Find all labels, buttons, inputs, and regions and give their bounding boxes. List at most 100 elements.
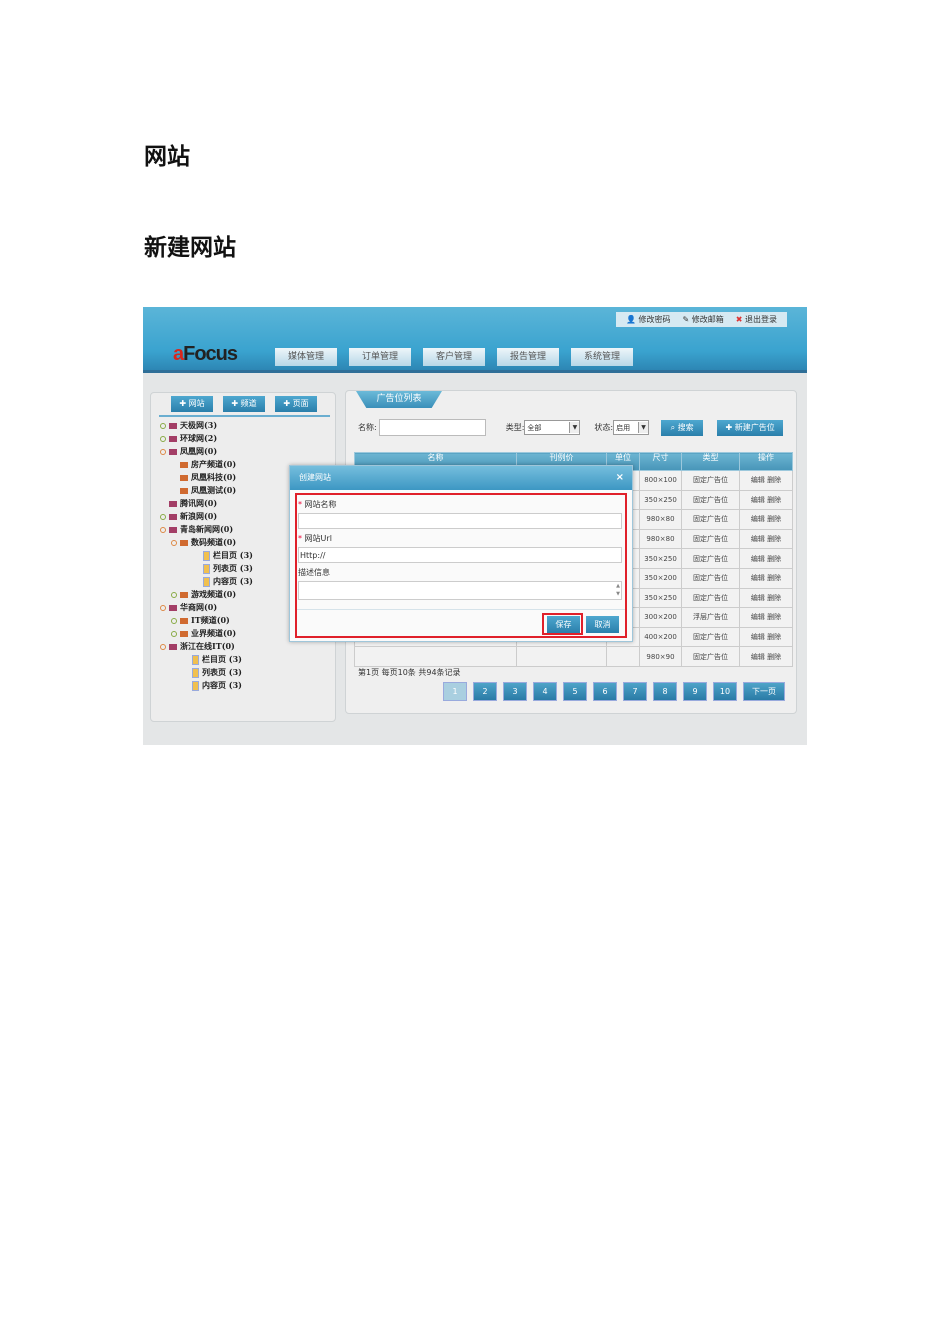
delete-link[interactable]: 删除	[767, 574, 781, 582]
search-button[interactable]: ⌕ 搜索	[661, 419, 704, 436]
site-icon	[169, 644, 177, 650]
tree-label: 内容页 (3)	[213, 576, 253, 586]
add-channel-button[interactable]: ✚ 频道	[223, 396, 265, 412]
link-label: 退出登录	[745, 315, 777, 324]
tree-item[interactable]: 列表页 (3)	[151, 666, 335, 679]
page-button[interactable]: 4	[533, 682, 557, 701]
edit-link[interactable]: 编辑	[751, 515, 765, 523]
page-info: 第1页 每页10条 共94条记录	[358, 668, 461, 677]
edit-link[interactable]: 编辑	[751, 496, 765, 504]
edit-link[interactable]: 编辑	[751, 535, 765, 543]
type-select[interactable]: 全部 ▼	[524, 420, 581, 435]
col-type: 类型	[681, 452, 740, 471]
add-site-button[interactable]: ✚ 网站	[171, 396, 213, 412]
form-highlight	[295, 493, 627, 638]
type-cell: 固定广告位	[681, 509, 740, 530]
change-password-link[interactable]: 👤 修改密码	[626, 314, 671, 325]
expand-icon[interactable]	[160, 514, 166, 520]
edit-link[interactable]: 编辑	[751, 476, 765, 484]
tree-label: 栏目页 (3)	[202, 654, 242, 664]
expand-icon[interactable]	[171, 592, 177, 598]
tab-reports[interactable]: 报告管理	[497, 348, 559, 366]
create-site-dialog: 创建网站 × * 网站名称 * 网站Url Http:// 描述信息 ▲ ▼ 保存 …	[289, 465, 633, 642]
page-button[interactable]: 8	[653, 682, 677, 701]
tree-item[interactable]: 凤凰网(0)	[151, 445, 335, 458]
expand-icon[interactable]	[160, 644, 166, 650]
page-icon	[203, 577, 210, 587]
edit-link[interactable]: 编辑	[751, 653, 765, 661]
expand-icon[interactable]	[160, 436, 166, 442]
expand-icon[interactable]	[160, 527, 166, 533]
delete-link[interactable]: 删除	[767, 613, 781, 621]
tab-orders[interactable]: 订单管理	[349, 348, 411, 366]
close-icon[interactable]: ×	[616, 466, 624, 490]
page-button[interactable]: 2	[473, 682, 497, 701]
type-cell: 固定广告位	[681, 567, 740, 589]
expand-icon[interactable]	[160, 605, 166, 611]
tab-media[interactable]: 媒体管理	[275, 348, 337, 366]
delete-link[interactable]: 删除	[767, 555, 781, 563]
delete-link[interactable]: 删除	[767, 653, 781, 661]
logout-link[interactable]: ✖ 退出登录	[736, 314, 777, 325]
tree-label: 凤凰测试(0)	[191, 485, 237, 495]
link-label: 修改邮箱	[691, 315, 724, 324]
tree-item[interactable]: 环球网(2)	[151, 432, 335, 445]
status-select[interactable]: 启用 ▼	[613, 420, 650, 435]
size-cell: 800×100	[639, 470, 682, 491]
pagination: 1 2 3 4 5 6 7 8 9 10 下一页	[443, 682, 785, 701]
size-cell: 350×250	[639, 587, 682, 609]
tree-label: 腾讯网(0)	[180, 498, 218, 508]
document-page: 网站 新建网站 👤 修改密码 ✎ 修改邮箱 ✖ 退出登录 aFocus 媒体管理…	[0, 0, 950, 1344]
tree-item[interactable]: 栏目页 (3)	[151, 653, 335, 666]
type-cell: 固定广告位	[681, 548, 740, 569]
expand-icon[interactable]	[171, 540, 177, 546]
tab-customers[interactable]: 客户管理	[423, 348, 485, 366]
new-ad-slot-button[interactable]: ✚ 新建广告位	[717, 419, 784, 436]
expand-icon[interactable]	[160, 423, 166, 429]
delete-link[interactable]: 删除	[767, 476, 781, 484]
add-page-button[interactable]: ✚ 页面	[275, 396, 317, 412]
tab-system[interactable]: 系统管理	[571, 348, 633, 366]
expand-icon[interactable]	[160, 449, 166, 455]
site-icon	[169, 527, 177, 533]
size-cell: 300×200	[639, 607, 682, 628]
tree-label: 栏目页 (3)	[213, 550, 253, 560]
delete-link[interactable]: 删除	[767, 535, 781, 543]
page-button[interactable]: 5	[563, 682, 587, 701]
edit-link[interactable]: 编辑	[751, 594, 765, 602]
type-cell: 固定广告位	[681, 646, 740, 667]
actions-cell: 编辑 删除	[739, 646, 793, 667]
delete-link[interactable]: 删除	[767, 496, 781, 504]
delete-link[interactable]: 删除	[767, 633, 781, 641]
tree-label: 凤凰科技(0)	[191, 472, 237, 482]
edit-link[interactable]: 编辑	[751, 633, 765, 641]
page-button[interactable]: 9	[683, 682, 707, 701]
page-button[interactable]: 1	[443, 682, 467, 701]
expand-icon[interactable]	[171, 631, 177, 637]
app-header: 👤 修改密码 ✎ 修改邮箱 ✖ 退出登录 aFocus 媒体管理 订单管理 客户…	[143, 307, 807, 373]
actions-cell: 编辑 删除	[739, 626, 793, 648]
type-cell: 固定广告位	[681, 626, 740, 648]
delete-link[interactable]: 删除	[767, 594, 781, 602]
change-email-link[interactable]: ✎ 修改邮箱	[683, 314, 724, 325]
tree-label: 环球网(2)	[180, 433, 218, 443]
expand-icon[interactable]	[171, 618, 177, 624]
page-button[interactable]: 7	[623, 682, 647, 701]
page-button[interactable]: 6	[593, 682, 617, 701]
channel-icon	[180, 462, 188, 468]
edit-link[interactable]: 编辑	[751, 613, 765, 621]
page-button[interactable]: 10	[713, 682, 737, 701]
edit-link[interactable]: 编辑	[751, 574, 765, 582]
col-size: 尺寸	[639, 452, 682, 471]
name-input[interactable]	[378, 419, 486, 436]
next-page-button[interactable]: 下一页	[743, 682, 785, 701]
name-label: 名称:	[358, 423, 377, 432]
close-icon: ✖	[735, 315, 743, 324]
page-button[interactable]: 3	[503, 682, 527, 701]
heading-website: 网站	[144, 143, 190, 170]
edit-link[interactable]: 编辑	[751, 555, 765, 563]
tree-item[interactable]: 内容页 (3)	[151, 679, 335, 692]
actions-cell: 编辑 删除	[739, 509, 793, 530]
tree-item[interactable]: 天极网(3)	[151, 419, 335, 432]
delete-link[interactable]: 删除	[767, 515, 781, 523]
